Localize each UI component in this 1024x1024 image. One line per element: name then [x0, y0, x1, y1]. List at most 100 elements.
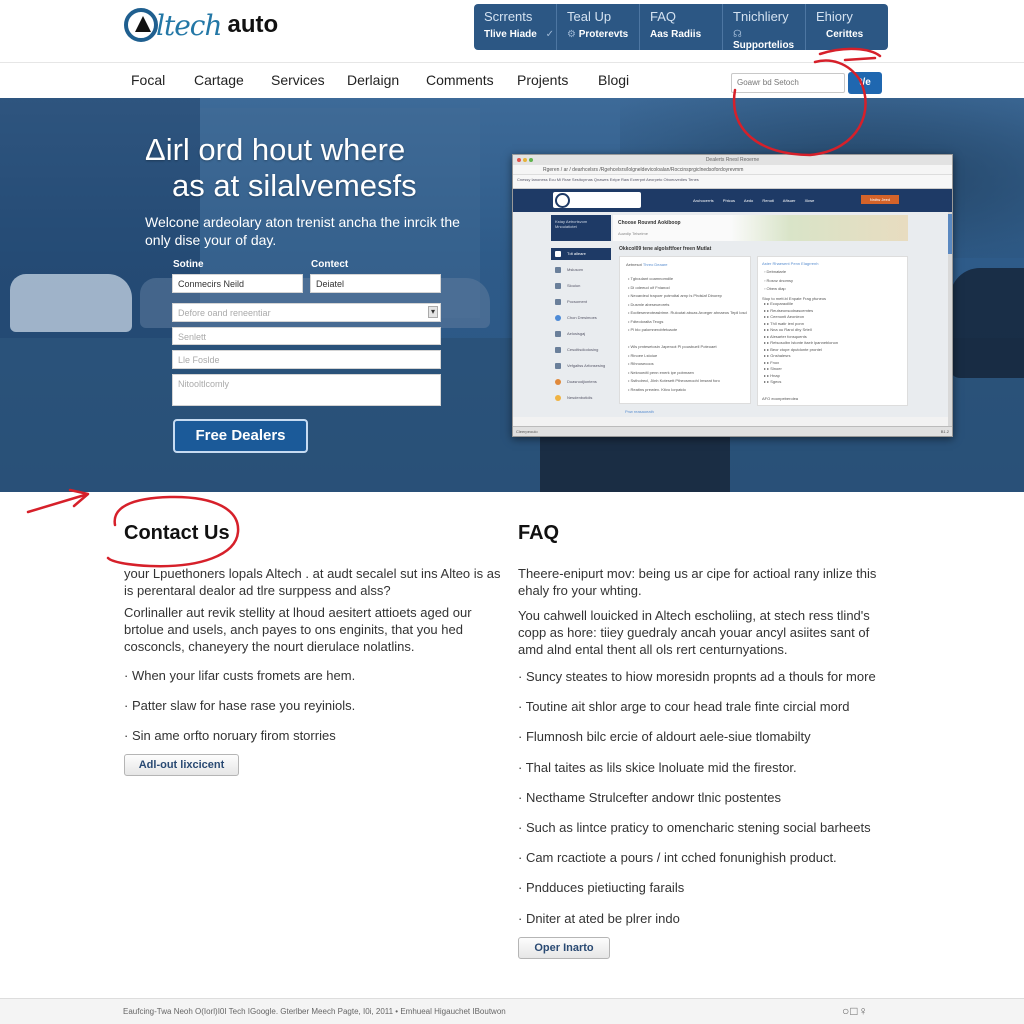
- window-minimize-icon: [523, 158, 527, 162]
- nav-item-focal[interactable]: Focal: [120, 72, 176, 101]
- contact-paragraph-1: your Lpuethoners lopals Altech . at audt…: [124, 566, 501, 598]
- footer-text: Eaufcing-Twa Neoh O(Iorl)I0I Tech IGoogl…: [123, 1007, 506, 1016]
- dealer-select-placeholder: Defore oand reneentiar: [178, 308, 271, 318]
- embedded-list-item: • Rinoee Lstoiue: [628, 352, 658, 358]
- site-header: ltech auto Scrrents Tlive Hiade ✓ Teal U…: [0, 0, 1024, 62]
- top-menu-sub: Cerittes: [826, 29, 864, 40]
- chevron-down-icon[interactable]: ▾: [428, 306, 438, 318]
- hero-background-car: [540, 428, 730, 492]
- embedded-list-item: • Fdteoloralta Teogs: [628, 318, 664, 324]
- nav-item-comments[interactable]: Comments: [426, 72, 494, 88]
- embedded-list-item: • Di odeeud oif Fnianod: [628, 284, 670, 290]
- service-field[interactable]: Senlett: [172, 327, 441, 345]
- support-icon: ☊: [733, 29, 742, 40]
- faq-action-button[interactable]: Oper Inarto: [518, 937, 610, 959]
- embedded-status-left: Cleerpeoulo: [516, 429, 538, 434]
- browser-window-title: Dealerts Rnesl Reoerne: [705, 157, 760, 163]
- embedded-right-list: ▸ ▸ Ecoparaoilile ▸ ▸ Reutseonsodnascemte…: [764, 301, 838, 386]
- top-menu-item[interactable]: Scrrents Tlive Hiade ✓: [474, 4, 557, 50]
- embedded-right-panel: Aster Rhaesent Penn Elagrrenh ▫ Debnatar…: [757, 256, 908, 406]
- faq-bullet: · Pndduces pietiucting farails: [518, 880, 685, 896]
- embedded-sidebar-item: Cesoltisdiodosing: [551, 344, 611, 356]
- embedded-list-item: ▫ Debnatarle: [764, 269, 787, 274]
- hero-title-line-1: Δirl ord hout where: [145, 132, 406, 167]
- window-maximize-icon: [529, 158, 533, 162]
- embedded-list-item: ▫ Obew dlap: [764, 286, 786, 291]
- top-menu-item[interactable]: FAQ Aas Radiis: [640, 4, 723, 50]
- hero-title-line-2: as at silalvemesfs: [172, 168, 417, 203]
- hero-section: Δirl ord hout where as at silalvemesfs W…: [0, 98, 1024, 492]
- embedded-scrollbar: [948, 212, 952, 427]
- embedded-main-title: Okkcol09 tene algolsftfoer freen Mutlat: [619, 246, 712, 252]
- top-menu-sub: Supportelios: [733, 40, 795, 51]
- contact-us-heading: Contact Us: [124, 522, 230, 544]
- faq-bullet: · Dniter at ated be plrer indo: [518, 910, 680, 926]
- free-dealers-button[interactable]: Free Dealers: [173, 419, 308, 453]
- embedded-list-item: • Tgboulant coamnomdile: [628, 276, 674, 281]
- embedded-banner-subtitle: Auwdip Telseime: [618, 231, 648, 236]
- embedded-sidebar-item: Duasnodjiontens: [551, 376, 611, 388]
- embedded-site-header: Aruhocerrts Phtcus Aedo Renoti Aftsuer X…: [513, 189, 952, 212]
- message-textarea[interactable]: Nitooltlcomly: [172, 374, 441, 406]
- nav-item-derlaign[interactable]: Derlaign: [347, 72, 399, 88]
- top-menu-title: FAQ: [650, 9, 677, 24]
- faq-bullet: · Necthame Strulcefter andowr tlnic post…: [518, 789, 782, 805]
- embedded-sidebar-item: Aelosisgaj: [551, 328, 611, 340]
- top-menu-title: Tnichliery: [733, 9, 789, 24]
- nav-item-cartage[interactable]: Cartage: [194, 72, 244, 88]
- name-field[interactable]: Conmecirs Neild: [172, 274, 303, 293]
- faq-paragraph-1: Theere-enipurt mov: being us ar cipe for…: [518, 566, 877, 598]
- embedded-left-list: • Tgboulant coamnomdile • Di odeeud oif F…: [628, 275, 747, 394]
- search-input[interactable]: Goawr bd Setoch: [731, 73, 845, 93]
- phone-field[interactable]: Lle Foslde: [172, 350, 441, 369]
- embedded-left-panel: Aetnesot Threo Deaare • Tgboulant coamno…: [619, 256, 751, 404]
- embedded-list-item: • Wis pmtesetosin Japeroot Pl pousbuell …: [628, 344, 717, 349]
- nav-item-services[interactable]: Services: [271, 72, 325, 88]
- browser-bookmarks-bar: Cnessy Ianoness Ecu Mi Rrae Sesitoyrnas …: [513, 175, 952, 189]
- embedded-site-body: Kstay Aetrcrtsvom Mnouiatiotet Choose Ro…: [513, 212, 952, 417]
- embedded-site-nav: Aruhocerrts Phtcus Aedo Renoti Aftsuer X…: [693, 198, 815, 203]
- contact-field[interactable]: Deiatel: [310, 274, 441, 293]
- contact-bullet-text: When your lifar custs fromets are hem.: [131, 668, 356, 683]
- embedded-list-item: • Sstholrecl, Jilnh Kotesett Ptheosmoohl…: [628, 378, 720, 383]
- window-close-icon: [517, 158, 521, 162]
- embedded-status-bar: Cleerpeoulo B1.2: [513, 426, 952, 436]
- footer-icons: ○□♀: [842, 1004, 869, 1018]
- embedded-list-item: ▫ Rosnz dnomsy: [764, 277, 793, 283]
- embedded-list-item: ▸ ▸ Sgecs: [764, 379, 782, 384]
- nav-item-projents[interactable]: Projents: [517, 72, 568, 88]
- embedded-list-item: • Reatins prewiex. Ktivo Iorpatdo: [628, 386, 686, 392]
- top-menu-sub: Proterevts: [578, 29, 629, 40]
- form-label-left: Sotine: [173, 259, 204, 270]
- contact-bullet: · Sin ame orfto noruary firom storries: [124, 728, 336, 743]
- search-button[interactable]: t/e: [848, 72, 882, 94]
- embedded-left-panel-heading: Aetnesot Threo Deaare: [626, 261, 668, 270]
- top-menu-item[interactable]: Tnichliery ☊ Supportelios: [723, 4, 806, 51]
- embedded-panel-link: Threo Deaare: [642, 262, 668, 267]
- top-menu-item[interactable]: Teal Up ⚙ Proterevts: [557, 4, 640, 50]
- faq-bullet: · Flumnosh bilc ercie of aldourt aele-si…: [518, 729, 811, 745]
- gear-icon: ⚙: [567, 29, 576, 40]
- location-pin-icon[interactable]: ♀: [859, 1004, 869, 1018]
- contact-bullet-text: Patter slaw for hase rase you reyiniols.: [131, 698, 356, 713]
- contact-bullet-text: Sin ame orfto noruary firom storries: [131, 728, 336, 743]
- contact-action-button[interactable]: Adl-out lixcicent: [124, 754, 239, 776]
- altech-auto-logo[interactable]: ltech auto: [124, 8, 278, 42]
- dealer-select[interactable]: Defore oand reneentiar ▾: [172, 303, 441, 322]
- nav-item-blogi[interactable]: Blogi: [598, 72, 629, 88]
- embedded-list-item: ▸ ▸ Retsosolbn lstonte itaelr lpanneblon…: [764, 340, 839, 345]
- record-icon[interactable]: ○: [842, 1004, 850, 1018]
- annotation-arrow: [26, 488, 90, 514]
- embedded-list-item: • Neknoedtl penn enerk ipe pobmaen: [628, 369, 694, 375]
- site-footer: Eaufcing-Twa Neoh O(Iorl)I0I Tech IGoogl…: [0, 998, 1024, 1024]
- browser-titlebar: Dealerts Rnesl Reoerne: [513, 155, 952, 165]
- faq-bullet: · Thal taites as lils skice lnoluate mid…: [518, 759, 797, 775]
- faq-bullet: · Cam rcactiote a pours / int cched fonu…: [518, 850, 837, 866]
- embedded-list-item: • Neoardeul trapoer potmdtal arnp ls Phd…: [628, 293, 722, 298]
- top-menu-item[interactable]: Ehiory Cerittes: [806, 4, 888, 50]
- embedded-sidebar-item: Nesdenbotidis: [551, 392, 611, 404]
- embedded-sidebar-item: Tdt alleare: [551, 248, 611, 260]
- contact-bullet: · Patter slaw for hase rase you reyiniol…: [124, 698, 356, 713]
- window-icon[interactable]: □: [850, 1004, 858, 1018]
- logo-a-icon: [124, 8, 158, 42]
